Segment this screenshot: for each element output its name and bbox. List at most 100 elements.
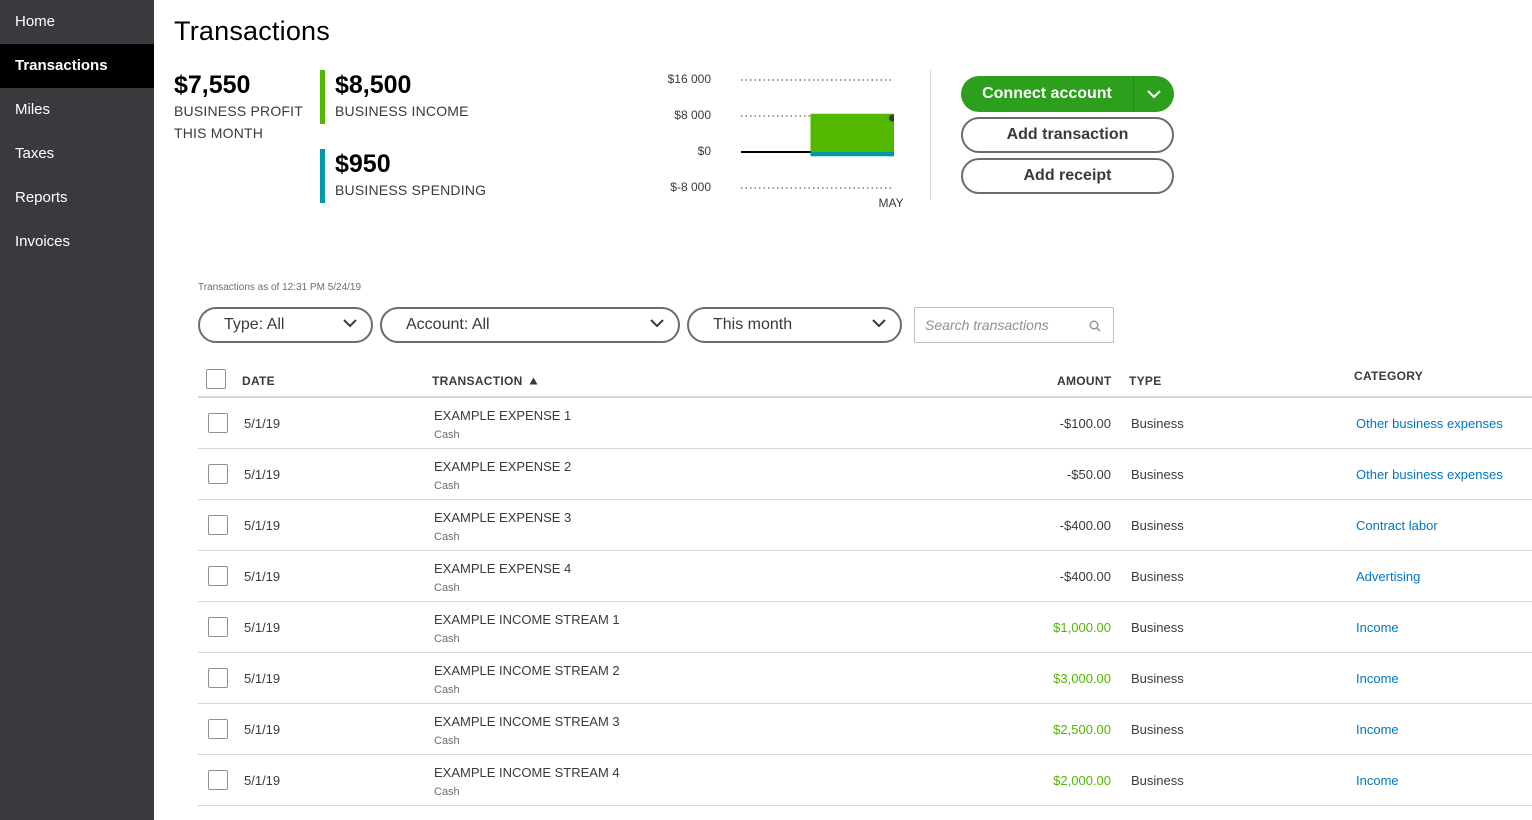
row-account: Cash bbox=[434, 531, 460, 543]
row-amount: -$50.00 bbox=[1066, 467, 1111, 482]
row-category-link[interactable]: Income bbox=[1356, 671, 1399, 686]
chevron-down-icon bbox=[650, 319, 664, 328]
connect-account-label[interactable]: Connect account bbox=[961, 76, 1134, 112]
connect-account-button[interactable]: Connect account bbox=[961, 76, 1174, 112]
row-transaction-name[interactable]: EXAMPLE INCOME STREAM 3 bbox=[434, 714, 620, 729]
row-checkbox[interactable] bbox=[208, 515, 228, 535]
row-category-link[interactable]: Advertising bbox=[1356, 569, 1420, 584]
row-category-link[interactable]: Other business expenses bbox=[1356, 416, 1503, 431]
sidebar-item-invoices[interactable]: Invoices bbox=[0, 220, 154, 264]
income-label: BUSINESS INCOME bbox=[335, 103, 469, 119]
table-row[interactable]: 5/1/19 EXAMPLE INCOME STREAM 2 Cash $3,000.… bbox=[198, 653, 1532, 704]
search-input[interactable] bbox=[915, 308, 1075, 342]
row-date: 5/1/19 bbox=[244, 722, 281, 737]
row-account: Cash bbox=[434, 480, 460, 492]
row-type[interactable]: Business bbox=[1131, 569, 1184, 584]
spending-summary: $950 BUSINESS SPENDING bbox=[320, 149, 486, 203]
sidebar-item-taxes[interactable]: Taxes bbox=[0, 132, 154, 176]
row-transaction-name[interactable]: EXAMPLE EXPENSE 1 bbox=[434, 408, 571, 423]
column-category[interactable]: CATEGORY bbox=[1354, 369, 1423, 383]
row-amount: $2,500.00 bbox=[1053, 722, 1111, 737]
income-summary: $8,500 BUSINESS INCOME bbox=[320, 70, 469, 124]
add-receipt-button[interactable]: Add receipt bbox=[961, 158, 1174, 194]
row-transaction-name[interactable]: EXAMPLE INCOME STREAM 4 bbox=[434, 765, 620, 780]
column-amount[interactable]: AMOUNT bbox=[1057, 374, 1111, 388]
row-checkbox[interactable] bbox=[208, 566, 228, 586]
column-date[interactable]: DATE bbox=[242, 374, 275, 388]
table-row[interactable]: 5/1/19 EXAMPLE INCOME STREAM 4 Cash $2,000.… bbox=[198, 755, 1532, 806]
column-transaction[interactable]: TRANSACTION bbox=[432, 374, 538, 388]
row-category-link[interactable]: Income bbox=[1356, 722, 1399, 737]
row-transaction-name[interactable]: EXAMPLE EXPENSE 4 bbox=[434, 561, 571, 576]
connect-account-dropdown[interactable] bbox=[1134, 76, 1174, 112]
main-content: Transactions $7,550 BUSINESS PROFIT THIS… bbox=[154, 0, 1532, 820]
row-checkbox[interactable] bbox=[208, 770, 228, 790]
y-tick-label: $8 000 bbox=[674, 108, 711, 122]
y-tick-label: $-8 000 bbox=[670, 180, 711, 194]
sidebar-item-reports[interactable]: Reports bbox=[0, 176, 154, 220]
row-checkbox[interactable] bbox=[208, 668, 228, 688]
row-transaction-name[interactable]: EXAMPLE EXPENSE 2 bbox=[434, 459, 571, 474]
row-type[interactable]: Business bbox=[1131, 722, 1184, 737]
row-amount: -$400.00 bbox=[1059, 569, 1111, 584]
row-type[interactable]: Business bbox=[1131, 620, 1184, 635]
row-date: 5/1/19 bbox=[244, 467, 281, 482]
row-account: Cash bbox=[434, 633, 460, 645]
row-checkbox[interactable] bbox=[208, 617, 228, 637]
vertical-divider bbox=[930, 70, 931, 200]
row-date: 5/1/19 bbox=[244, 773, 281, 788]
row-account: Cash bbox=[434, 582, 460, 594]
row-amount: $3,000.00 bbox=[1053, 671, 1111, 686]
row-checkbox[interactable] bbox=[208, 413, 228, 433]
row-category-link[interactable]: Contract labor bbox=[1356, 518, 1438, 533]
row-type[interactable]: Business bbox=[1131, 518, 1184, 533]
row-category-link[interactable]: Income bbox=[1356, 620, 1399, 635]
period-filter[interactable]: This month bbox=[687, 307, 902, 343]
chevron-down-icon bbox=[1147, 89, 1161, 98]
sidebar-item-transactions[interactable]: Transactions bbox=[0, 44, 154, 88]
type-filter-label: Type: All bbox=[224, 316, 285, 333]
table-row[interactable]: 5/1/19 EXAMPLE EXPENSE 1 Cash -$100.00 Busin… bbox=[198, 398, 1532, 449]
sidebar-item-miles[interactable]: Miles bbox=[0, 88, 154, 132]
row-transaction-name[interactable]: EXAMPLE INCOME STREAM 2 bbox=[434, 663, 620, 678]
column-type[interactable]: TYPE bbox=[1129, 374, 1162, 388]
table-row[interactable]: 5/1/19 EXAMPLE INCOME STREAM 1 Cash $1,000.… bbox=[198, 602, 1532, 653]
row-category-link[interactable]: Other business expenses bbox=[1356, 467, 1503, 482]
table-row[interactable]: 5/1/19 EXAMPLE EXPENSE 2 Cash -$50.00 Busine… bbox=[198, 449, 1532, 500]
row-type[interactable]: Business bbox=[1131, 467, 1184, 482]
spending-label: BUSINESS SPENDING bbox=[335, 182, 487, 198]
add-transaction-button[interactable]: Add transaction bbox=[961, 117, 1174, 153]
row-checkbox[interactable] bbox=[208, 464, 228, 484]
row-type[interactable]: Business bbox=[1131, 773, 1184, 788]
table-row[interactable]: 5/1/19 EXAMPLE EXPENSE 4 Cash -$400.00 Busin… bbox=[198, 551, 1532, 602]
account-filter[interactable]: Account: All bbox=[380, 307, 680, 343]
row-amount: -$400.00 bbox=[1059, 518, 1111, 533]
table-row[interactable]: 5/1/19 EXAMPLE INCOME STREAM 3 Cash $2,500.… bbox=[198, 704, 1532, 755]
y-tick-label: $0 bbox=[697, 144, 711, 158]
table-row[interactable]: 5/1/19 EXAMPLE EXPENSE 3 Cash -$400.00 Busin… bbox=[198, 500, 1532, 551]
sidebar-item-home[interactable]: Home bbox=[0, 0, 154, 44]
as-of-timestamp: Transactions as of 12:31 PM 5/24/19 bbox=[198, 282, 362, 293]
row-transaction-name[interactable]: EXAMPLE EXPENSE 3 bbox=[434, 510, 571, 525]
profit-summary: $7,550 BUSINESS PROFIT THIS MONTH bbox=[174, 70, 314, 144]
type-filter[interactable]: Type: All bbox=[198, 307, 373, 343]
spending-value: $950 bbox=[335, 150, 391, 178]
row-transaction-name[interactable]: EXAMPLE INCOME STREAM 1 bbox=[434, 612, 620, 627]
sidebar: Home Transactions Miles Taxes Reports In… bbox=[0, 0, 154, 820]
row-date: 5/1/19 bbox=[244, 620, 281, 635]
row-checkbox[interactable] bbox=[208, 719, 228, 739]
table-header: DATE TRANSACTION AMOUNT TYPE CATEGORY bbox=[198, 362, 1532, 398]
row-type[interactable]: Business bbox=[1131, 671, 1184, 686]
x-category-label: MAY bbox=[878, 196, 904, 210]
row-type[interactable]: Business bbox=[1131, 416, 1184, 431]
select-all-checkbox[interactable] bbox=[206, 369, 226, 389]
row-category-link[interactable]: Income bbox=[1356, 773, 1399, 788]
page-title: Transactions bbox=[174, 16, 330, 46]
row-account: Cash bbox=[434, 429, 460, 441]
search-icon[interactable] bbox=[1089, 320, 1101, 332]
search-box bbox=[914, 307, 1114, 343]
row-account: Cash bbox=[434, 786, 460, 798]
row-amount: $1,000.00 bbox=[1053, 620, 1111, 635]
account-filter-label: Account: All bbox=[406, 316, 490, 333]
profit-chart: $16 000 $8 000 $0 $-8 000 MAY bbox=[494, 66, 904, 216]
